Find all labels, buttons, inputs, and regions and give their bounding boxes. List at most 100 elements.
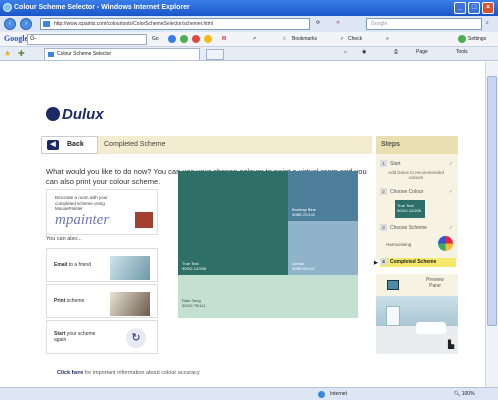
tab-colour-scheme-selector[interactable]: Colour Scheme Selector: [44, 48, 200, 60]
step-4[interactable]: ▶ 4 Completed Scheme: [374, 258, 456, 267]
address-input[interactable]: http://www.icpaints.com/colourtools/Colo…: [40, 18, 310, 30]
zone-label: Internet: [330, 391, 347, 397]
preview-picture-icon: [387, 280, 399, 290]
settings-icon[interactable]: [458, 35, 466, 43]
check-icon: ✓: [448, 189, 453, 195]
feeds-icon[interactable]: ◉: [362, 48, 366, 57]
also-label: You can also...: [46, 236, 82, 242]
room-window: [386, 306, 400, 326]
email-label: Email to a friend: [54, 262, 91, 268]
swatch-bombay-blue: Bombay Blue 30BB 22/141: [288, 171, 358, 221]
print-card[interactable]: Print scheme: [46, 284, 158, 318]
spellcheck-icon[interactable]: ✓: [340, 35, 344, 44]
step-2[interactable]: 2 Choose Colour ✓: [380, 188, 456, 196]
search-input[interactable]: Google: [366, 18, 482, 30]
colour-accuracy-link[interactable]: Click here for important information abo…: [57, 370, 200, 376]
current-step-pointer-icon: ▶: [374, 260, 378, 266]
page-icon: [43, 21, 50, 27]
close-button[interactable]: ×: [482, 2, 494, 14]
maximize-button[interactable]: □: [468, 2, 480, 14]
page-menu-button[interactable]: Page: [416, 48, 428, 57]
google-toolbar: Google G- Go M ↗ ☆ Bookmarks ✓ Check » S…: [0, 32, 498, 47]
chosen-colour-chip: True Teal 90GG 12/206: [395, 200, 425, 218]
dulux-brand-text: Dulux: [62, 106, 104, 123]
mousepainter-text: Decorate a room with your completed sche…: [55, 195, 108, 211]
email-image: [110, 256, 150, 280]
scrollbar-thumb[interactable]: [487, 76, 497, 326]
refresh-icon[interactable]: ⟳: [316, 19, 320, 28]
swatch-label: Rain Song 30GG 75/111: [182, 298, 206, 308]
tools-menu-button[interactable]: Tools: [456, 48, 468, 57]
tab-label: Colour Scheme Selector: [57, 51, 112, 57]
address-url: http://www.icpaints.com/colourtools/Colo…: [54, 21, 213, 27]
back-nav-button[interactable]: ‹: [4, 18, 16, 30]
google-search-icon[interactable]: [168, 35, 176, 43]
check-icon: ✓: [448, 225, 453, 231]
share-icon[interactable]: ↗: [252, 35, 256, 44]
search-icon[interactable]: ⌕: [486, 19, 489, 28]
step-3[interactable]: 3 Choose Scheme ✓: [380, 224, 456, 232]
restart-icon: ↻: [126, 328, 146, 348]
settings-button[interactable]: Settings: [468, 35, 486, 44]
mousepainter-card[interactable]: Decorate a room with your completed sche…: [46, 189, 158, 235]
vertical-scrollbar[interactable]: [485, 62, 498, 387]
harmonising-label: Harmonising: [386, 242, 412, 247]
minimize-button[interactable]: _: [454, 2, 466, 14]
back-arrow-icon: ◀: [47, 140, 59, 150]
swatch-label: True Teal 90GG 12/206: [182, 261, 207, 271]
favorites-star-icon[interactable]: ★: [4, 49, 11, 58]
email-card[interactable]: Email to a friend: [46, 248, 158, 282]
step-1[interactable]: 1 Start ✓: [380, 160, 456, 168]
gmail-icon[interactable]: M: [222, 35, 226, 44]
house-image: [135, 212, 153, 228]
steps-heading: Steps: [376, 136, 458, 154]
forward-nav-button[interactable]: ›: [20, 18, 32, 30]
room-corner-icon: ▙: [448, 340, 455, 349]
colour-scheme-preview: True Teal 90GG 12/206 Bombay Blue 30BB 22/…: [178, 171, 358, 318]
start-again-label: Start your scheme again: [54, 331, 96, 343]
window-title-bar: Colour Scheme Selector - Windows Interne…: [0, 0, 498, 16]
address-row: ‹ › http://www.icpaints.com/colourtools/…: [0, 16, 498, 32]
more-button[interactable]: »: [386, 35, 389, 44]
go-button[interactable]: Go: [152, 35, 159, 44]
mousepainter-logo: mpainter: [55, 212, 110, 228]
start-again-card[interactable]: Start your scheme again ↻: [46, 320, 158, 354]
zoom-label[interactable]: 🔍︎ 100%: [454, 388, 475, 400]
print-image: [110, 292, 150, 316]
star-bookmark-icon[interactable]: ☆: [282, 35, 286, 44]
red-dot-icon[interactable]: [192, 35, 200, 43]
green-dot-icon[interactable]: [180, 35, 188, 43]
swatch-label: Bombay Blue 30BB 22/141: [292, 207, 316, 217]
room-preview-image[interactable]: ▙: [376, 296, 458, 354]
room-sofa: [416, 322, 446, 334]
add-dulux-note: Add Dulux to recommended colours: [388, 170, 444, 180]
back-button[interactable]: ◀ Back: [41, 136, 98, 154]
swatch-true-teal: True Teal 90GG 12/206: [178, 171, 288, 275]
colour-wheel-icon: [438, 236, 453, 251]
print-label: Print scheme: [54, 298, 85, 304]
internet-zone-icon: [318, 391, 325, 398]
google-search-input[interactable]: G-: [27, 34, 147, 45]
print-icon[interactable]: ⎙: [394, 48, 398, 57]
search-placeholder: Google: [371, 21, 388, 27]
preview-pane-label: Preview Pane: [426, 277, 444, 289]
swatch-jordan: Jordan 30BB 50/107: [288, 221, 358, 275]
bookmarks-button[interactable]: Bookmarks: [292, 35, 317, 44]
google-logo: Google: [4, 34, 28, 43]
check-button[interactable]: Check: [348, 35, 362, 44]
stop-icon[interactable]: ✕: [336, 19, 340, 28]
yellow-dot-icon[interactable]: [204, 35, 212, 43]
swatch-label: Jordan 30BB 50/107: [292, 261, 316, 271]
swatch-rain-song: Rain Song 30GG 75/111: [178, 275, 358, 318]
dulux-logo-icon: [46, 107, 60, 121]
dulux-logo: Dulux: [46, 106, 104, 123]
back-button-label: Back: [67, 141, 84, 148]
ie-logo-icon: [3, 3, 12, 12]
new-tab-button[interactable]: [206, 49, 224, 60]
home-icon[interactable]: ⌂: [344, 48, 347, 57]
tab-row: ★ ✚ Colour Scheme Selector ⌂ ◉ ⎙ Page To…: [0, 47, 498, 61]
add-favorites-icon[interactable]: ✚: [18, 49, 25, 58]
google-search-value: G-: [30, 36, 37, 42]
status-bar: Internet 🔍︎ 100%: [0, 387, 498, 400]
check-icon: ✓: [448, 161, 453, 167]
